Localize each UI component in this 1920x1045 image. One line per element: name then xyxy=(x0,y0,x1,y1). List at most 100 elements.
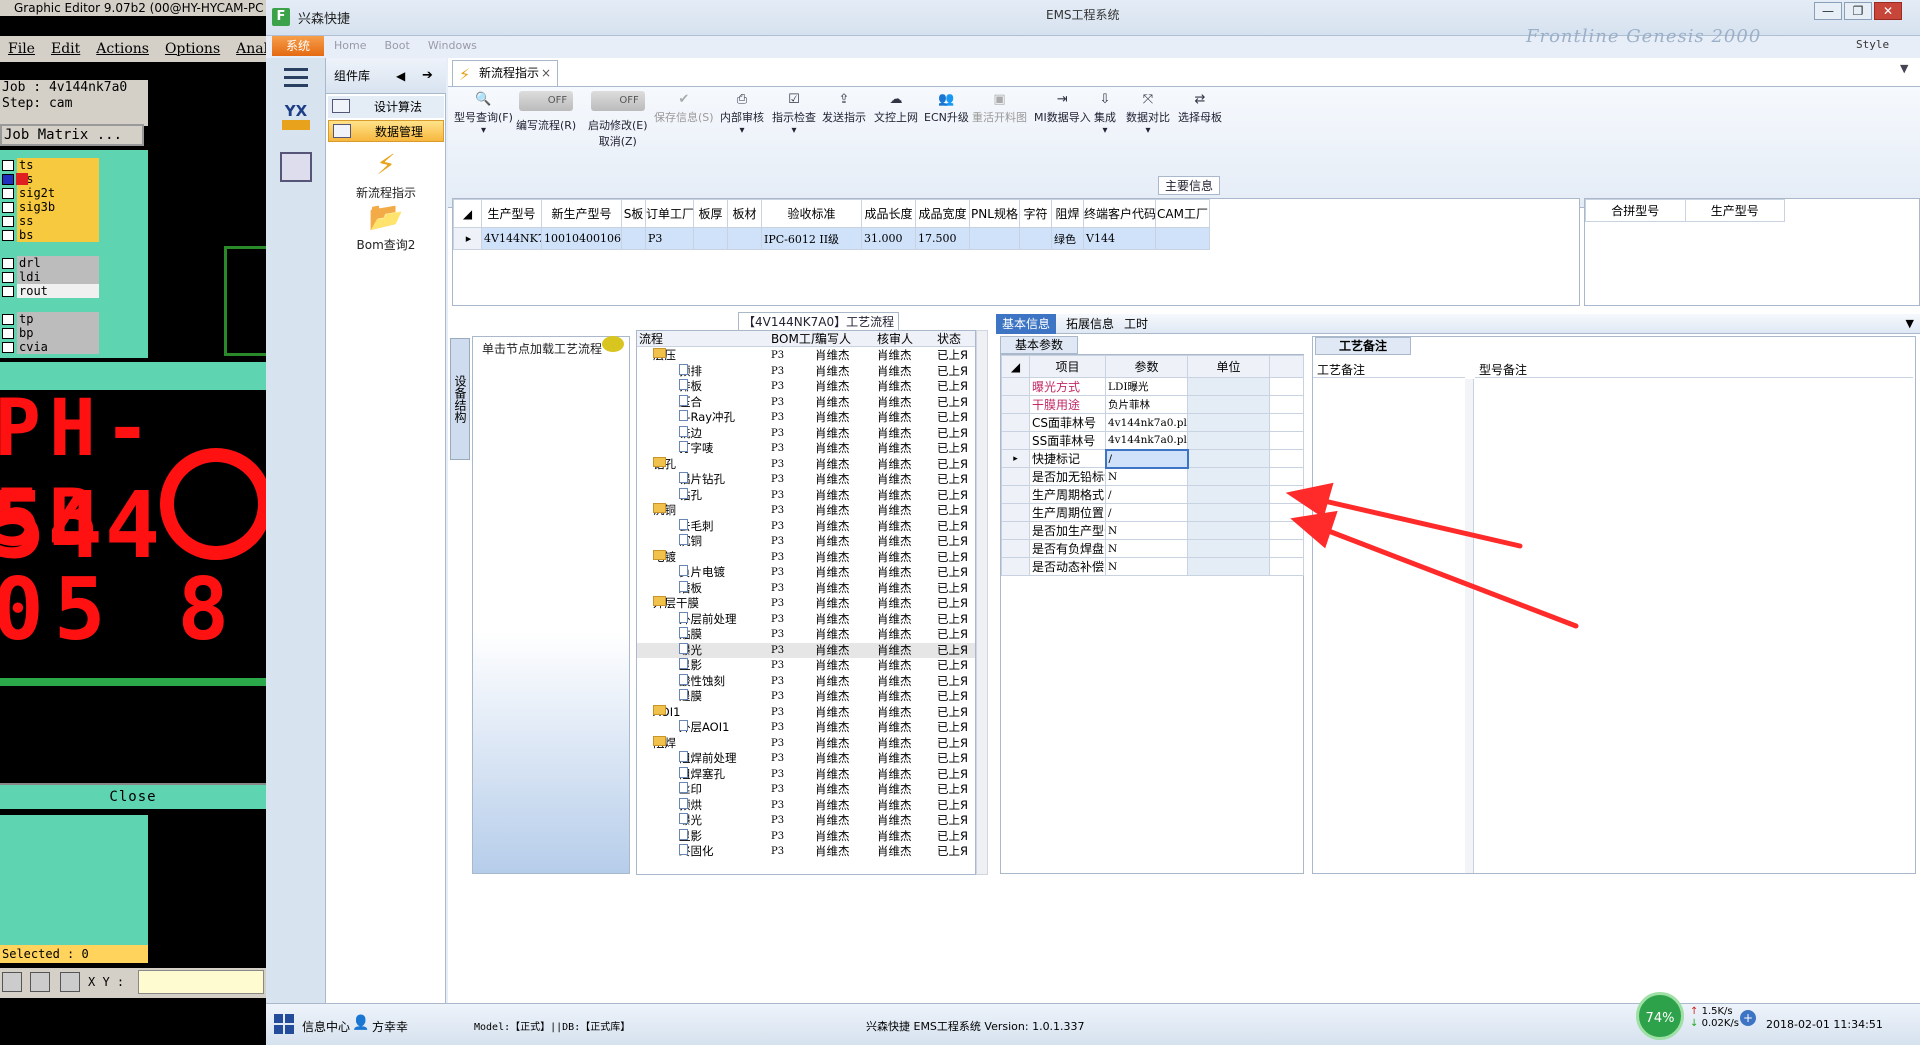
param-row-indicator[interactable] xyxy=(1001,539,1030,558)
param-row[interactable]: 生产周期位置 / xyxy=(1001,503,1304,522)
main-info-col-header[interactable]: 板材 xyxy=(727,199,762,228)
menu-home[interactable]: Home xyxy=(334,36,366,56)
ribbon-button-8[interactable]: 👥 ECN升级 xyxy=(924,91,969,125)
ribbon-button-2[interactable]: OFF 启动修改(E) 取消(Z) xyxy=(588,91,648,149)
main-info-col-header[interactable]: 成品宽度 xyxy=(915,199,970,228)
process-tree-row[interactable]: 铝片钻孔 P3 肖维杰 肖维杰 已上Я xyxy=(637,472,975,488)
cam-grid-icon[interactable] xyxy=(60,972,80,992)
cam-layer-row[interactable]: rout xyxy=(2,284,144,298)
layer-checkbox[interactable] xyxy=(2,173,14,185)
layer-checkbox[interactable] xyxy=(2,327,14,339)
component-data-management[interactable]: 数据管理 xyxy=(328,120,444,142)
cam-layer-row[interactable]: ldi xyxy=(2,270,144,284)
ribbon-button-5[interactable]: ☑ 指示检查 ▾ xyxy=(772,91,816,136)
cam-layer-row[interactable]: drl xyxy=(2,256,144,270)
cam-menu-analysis[interactable]: Analys xyxy=(236,36,266,62)
dropdown-arrow-icon[interactable]: ▾ xyxy=(1094,125,1116,136)
calculator-icon[interactable] xyxy=(280,152,312,182)
layer-checkbox[interactable] xyxy=(2,201,14,213)
toggle-container[interactable]: OFF xyxy=(588,91,648,117)
param-row-indicator[interactable] xyxy=(1001,395,1030,414)
main-info-col-header[interactable]: PNL规格 xyxy=(969,199,1020,228)
tab-work-hours[interactable]: 工时 xyxy=(1118,314,1154,334)
process-tree-row[interactable]: 显影 P3 肖维杰 肖维杰 已上Я xyxy=(637,828,975,845)
process-tree-row[interactable]: −层压 P3 肖维杰 肖维杰 已上Я xyxy=(637,348,975,364)
param-value[interactable]: / xyxy=(1104,448,1189,469)
process-tree-row[interactable]: 外层AOI1 P3 肖维杰 肖维杰 已上Я xyxy=(637,720,975,736)
process-tree-row[interactable]: 曝光 P3 肖维杰 肖维杰 已上Я xyxy=(637,642,975,658)
param-row[interactable]: 曝光方式 LDI曝光 xyxy=(1001,377,1304,396)
process-tree-row[interactable]: 阻焊前处理 P3 肖维杰 肖维杰 已上Я xyxy=(637,751,975,767)
doc-tab-new-flow[interactable]: ⚡ 新流程指示 × xyxy=(452,60,558,86)
cpu-usage-badge[interactable]: 74% xyxy=(1636,992,1684,1040)
main-info-col-header[interactable]: 终端客户代码 xyxy=(1083,199,1156,228)
new-flow-indicator-item[interactable]: ⚡ 新流程指示 xyxy=(336,150,436,201)
menu-windows[interactable]: Windows xyxy=(428,36,477,56)
param-row-indicator[interactable] xyxy=(1001,503,1030,522)
process-tree-row[interactable]: 压合 P3 肖维杰 肖维杰 已上Я xyxy=(637,394,975,411)
collapse-left-icon[interactable]: ◀ xyxy=(396,58,405,94)
param-unit[interactable] xyxy=(1187,431,1270,450)
process-tree-row[interactable]: −电镀 P3 肖维杰 肖维杰 已上Я xyxy=(637,549,975,566)
process-tree-row[interactable]: 打字唛 P3 肖维杰 肖维杰 已上Я xyxy=(637,441,975,457)
cam-layer-row[interactable]: ss xyxy=(2,214,144,228)
layer-checkbox[interactable] xyxy=(2,271,14,283)
process-tree-row[interactable]: 预排 P3 肖维杰 肖维杰 已上Я xyxy=(637,363,975,380)
process-tree-row[interactable]: 显影 P3 肖维杰 肖维杰 已上Я xyxy=(637,658,975,674)
param-row-indicator[interactable] xyxy=(1001,557,1030,576)
cam-layer-row[interactable]: sig2t xyxy=(2,186,144,200)
process-tree-row[interactable]: 预烘 P3 肖维杰 肖维杰 已上Я xyxy=(637,797,975,814)
param-value[interactable]: 负片菲林 xyxy=(1105,395,1188,414)
param-row[interactable]: 干膜用途 负片菲林 xyxy=(1001,395,1304,414)
tab-process-notes[interactable]: 工艺备注 xyxy=(1315,337,1411,355)
process-tree-row[interactable]: −钻孔 P3 肖维杰 肖维杰 已上Я xyxy=(637,456,975,473)
process-tree-row[interactable]: 终固化 P3 肖维杰 肖维杰 已上Я xyxy=(637,844,975,860)
param-value[interactable]: 4v144nk7a0.plnss xyxy=(1105,431,1188,450)
tab-basic-params[interactable]: 基本参数 xyxy=(1000,336,1078,354)
plus-icon[interactable]: + xyxy=(1740,1010,1756,1026)
layer-checkbox[interactable] xyxy=(2,187,14,199)
ribbon-button-7[interactable]: ☁ 文控上网 xyxy=(874,91,918,125)
main-info-grid[interactable]: ◢ 生产型号 新生产型号 S板 订单工厂 板厚 板材 验收标准 成品长度 成品宽度 PNL规格 字符阻… xyxy=(452,198,1580,306)
cam-layer-row[interactable]: ts xyxy=(2,158,144,172)
main-info-col-header[interactable]: 订单工厂 xyxy=(645,199,694,228)
maximize-button[interactable]: ❐ xyxy=(1844,2,1872,20)
system-tab[interactable]: 系统 xyxy=(272,36,324,56)
param-value[interactable]: N xyxy=(1105,521,1188,540)
layer-checkbox[interactable] xyxy=(2,229,14,241)
param-unit[interactable] xyxy=(1187,539,1270,558)
info-center-link[interactable]: 信息中心 xyxy=(302,1018,350,1035)
cam-layer-row[interactable]: tp xyxy=(2,312,144,326)
dropdown-arrow-icon[interactable]: ▾ xyxy=(772,125,816,136)
process-tree-row[interactable]: X-Ray冲孔 P3 肖维杰 肖维杰 已上Я xyxy=(637,410,975,426)
param-value[interactable]: LDI曝光 xyxy=(1105,377,1188,396)
yx-module-icon[interactable]: YX xyxy=(278,102,314,136)
param-value[interactable]: N xyxy=(1105,557,1188,576)
main-info-cell[interactable]: 10010400106407 xyxy=(541,227,622,250)
param-value[interactable]: 4v144nk7a0.plncs xyxy=(1105,413,1188,432)
cam-canvas[interactable] xyxy=(148,150,266,358)
merge-model-grid[interactable]: 合拼型号 生产型号 xyxy=(1584,198,1920,306)
param-row-indicator[interactable] xyxy=(1001,467,1030,486)
main-info-col-header[interactable]: CAM工厂 xyxy=(1155,199,1210,228)
toggle-switch[interactable]: OFF xyxy=(590,91,645,111)
process-tree-row[interactable]: 酸性蚀刻 P3 肖维杰 肖维杰 已上Я xyxy=(637,673,975,690)
cam-menu-options[interactable]: Options xyxy=(165,36,220,62)
cam-layer-row[interactable]: bp xyxy=(2,326,144,340)
component-design-algorithm[interactable]: 设计算法 xyxy=(328,96,444,118)
ribbon-button-sublabel[interactable]: 取消(Z) xyxy=(588,133,648,149)
main-info-cell[interactable] xyxy=(727,227,762,250)
ribbon-button-11[interactable]: ⇩ 集成 ▾ xyxy=(1094,91,1116,136)
process-tree-row[interactable]: 退膜 P3 肖维杰 肖维杰 已上Я xyxy=(637,689,975,705)
param-unit[interactable] xyxy=(1187,467,1270,486)
layer-checkbox[interactable] xyxy=(2,159,14,171)
ribbon-button-4[interactable]: ⎙ 内部审核 ▾ xyxy=(720,91,764,136)
cam-layer-row[interactable]: cs xyxy=(2,172,144,186)
main-info-col-header[interactable]: 新生产型号 xyxy=(541,199,622,228)
process-tree-row[interactable]: 负片电镀 P3 肖维杰 肖维杰 已上Я xyxy=(637,565,975,581)
close-tab-icon[interactable]: × xyxy=(541,61,551,85)
main-info-col-header[interactable]: 成品长度 xyxy=(861,199,916,228)
xy-input[interactable] xyxy=(138,970,264,994)
main-info-cell[interactable]: 4V144NK7A0 xyxy=(481,227,542,250)
process-notes-scrollbar[interactable] xyxy=(1465,379,1473,873)
